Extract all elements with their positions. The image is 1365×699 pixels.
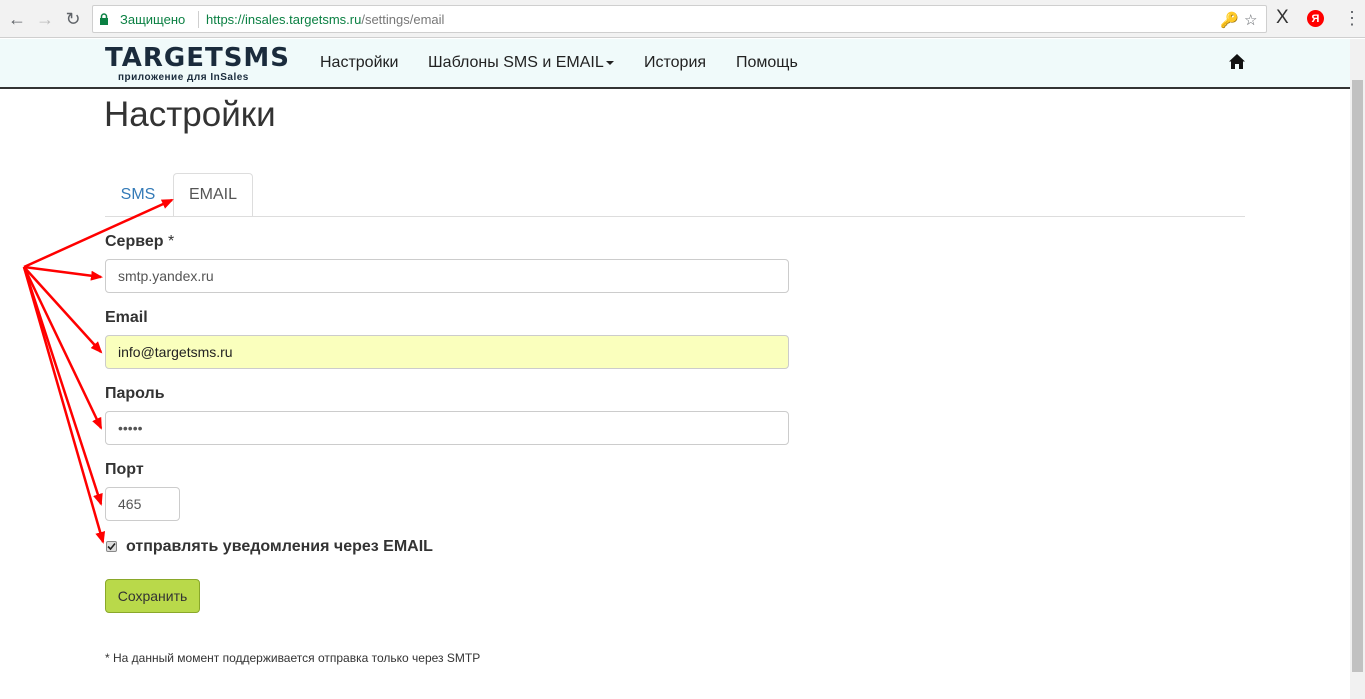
notify-checkbox[interactable] xyxy=(106,541,117,552)
home-icon[interactable] xyxy=(1228,53,1246,70)
required-mark: * xyxy=(167,233,175,250)
nav-settings[interactable]: Настройки xyxy=(320,54,398,72)
reload-icon[interactable]: ↻ xyxy=(62,8,84,30)
caret-down-icon xyxy=(605,60,614,65)
forward-icon[interactable]: → xyxy=(34,8,56,30)
arrow-to-server-input xyxy=(23,265,103,281)
app-navbar: TARGETSMS приложение для InSales Настрой… xyxy=(0,39,1350,89)
page-scrollbar[interactable] xyxy=(1350,39,1365,699)
tabs-divider xyxy=(105,216,1245,217)
extension-x-icon[interactable]: X xyxy=(1276,7,1289,29)
password-input[interactable] xyxy=(105,411,789,445)
notify-label[interactable]: отправлять уведомления через EMAIL xyxy=(126,538,433,556)
tab-email[interactable]: EMAIL xyxy=(173,173,253,217)
nav-templates[interactable]: Шаблоны SMS и EMAIL xyxy=(428,54,614,72)
logo-subtitle: приложение для InSales xyxy=(118,72,249,83)
checkmark-icon xyxy=(107,542,116,551)
omnibox-divider xyxy=(198,11,199,28)
server-label: Сервер * xyxy=(105,233,174,251)
arrow-to-port-input xyxy=(22,266,103,506)
server-label-text: Сервер xyxy=(105,233,164,250)
port-input[interactable] xyxy=(105,487,180,521)
logo[interactable]: TARGETSMS xyxy=(105,43,290,73)
arrow-to-notify-checkbox xyxy=(22,266,106,544)
nav-help[interactable]: Помощь xyxy=(736,54,798,72)
page-title: Настройки xyxy=(104,95,276,134)
password-label: Пароль xyxy=(105,385,165,402)
server-input[interactable] xyxy=(105,259,789,293)
smtp-note: * На данный момент поддерживается отправ… xyxy=(105,651,481,665)
arrow-to-email-input xyxy=(23,266,103,354)
nav-templates-label: Шаблоны SMS и EMAIL xyxy=(428,54,604,71)
url-path: /settings/email xyxy=(361,12,445,27)
email-input[interactable] xyxy=(105,335,789,369)
address-bar[interactable]: Защищено https://insales.targetsms.ru/se… xyxy=(92,5,1267,33)
scrollbar-thumb[interactable] xyxy=(1352,80,1363,672)
star-icon[interactable]: ☆ xyxy=(1244,11,1257,29)
url-host: https://insales.targetsms.ru xyxy=(206,12,362,27)
nav-history[interactable]: История xyxy=(644,54,706,72)
lock-icon xyxy=(100,13,108,25)
email-label: Email xyxy=(105,309,148,326)
port-label: Порт xyxy=(105,461,144,478)
tab-sms[interactable]: SMS xyxy=(105,173,171,217)
browser-menu-icon[interactable]: ⋮ xyxy=(1343,8,1361,29)
arrow-to-password-input xyxy=(22,266,103,430)
key-icon[interactable]: 🔑 xyxy=(1220,11,1239,29)
yandex-extension-icon[interactable]: Я xyxy=(1307,10,1324,27)
secure-label: Защищено xyxy=(120,12,186,27)
browser-toolbar: ← → ↻ Защищено https://insales.targetsms… xyxy=(0,0,1365,38)
url-text[interactable]: https://insales.targetsms.ru/settings/em… xyxy=(206,12,444,27)
back-icon[interactable]: ← xyxy=(6,8,28,30)
save-button[interactable]: Сохранить xyxy=(105,579,200,613)
